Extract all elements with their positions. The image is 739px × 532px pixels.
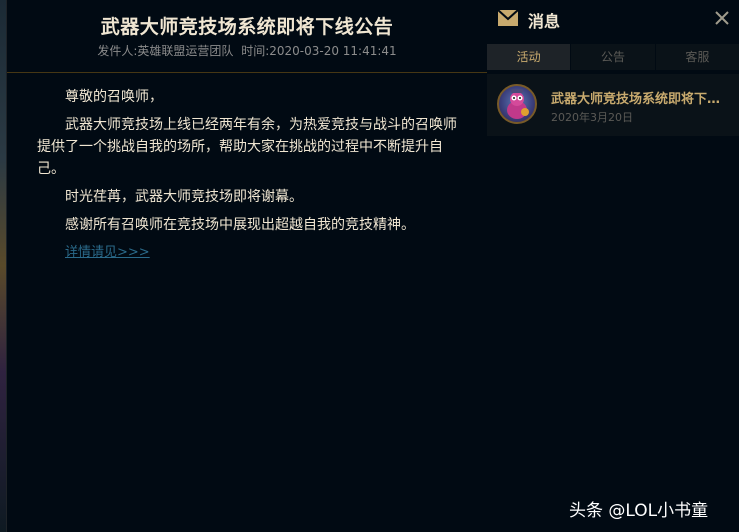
tab-activity[interactable]: 活动 <box>487 44 572 70</box>
avatar <box>497 84 537 124</box>
message-date: 2020年3月20日 <box>551 111 633 124</box>
article-paragraph: 感谢所有召唤师在竞技场中展现出超越自我的竞技精神。 <box>65 217 415 233</box>
detail-link[interactable]: 详情请见>>> <box>65 242 457 264</box>
mail-icon <box>497 9 519 26</box>
article-time: 时间:2020-03-20 11:41:41 <box>241 44 397 58</box>
message-list-item[interactable]: 武器大师竞技场系统即将下线公告 2020年3月20日 <box>487 74 739 136</box>
close-icon[interactable] <box>713 9 731 27</box>
article-paragraph: 武器大师竞技场上线已经两年有余，为热爱竞技与战斗的召唤师提供了一个挑战自我的场所… <box>37 117 457 177</box>
article-paragraph: 尊敬的召唤师， <box>65 89 163 105</box>
article-title: 武器大师竞技场系统即将下线公告 <box>100 16 394 38</box>
message-title: 武器大师竞技场系统即将下线公告 <box>551 92 727 107</box>
panel-tabs: 活动 公告 客服 <box>487 44 739 70</box>
article-body: 尊敬的召唤师， 武器大师竞技场上线已经两年有余，为热爱竞技与战斗的召唤师提供了一… <box>37 86 457 264</box>
avatar-icon <box>507 89 529 119</box>
watermark: 头条 @LOL小书童 <box>569 501 709 521</box>
panel-header: 消息 <box>487 0 739 38</box>
article-paragraph: 时光荏苒，武器大师竞技场即将谢幕。 <box>65 189 303 205</box>
tab-customer-service[interactable]: 客服 <box>656 44 739 70</box>
article-sender: 发件人:英雄联盟运营团队 <box>97 44 234 58</box>
panel-title: 消息 <box>528 12 561 31</box>
tab-announcement[interactable]: 公告 <box>571 44 656 70</box>
article-meta: 发件人:英雄联盟运营团队 时间:2020-03-20 11:41:41 <box>7 42 487 59</box>
messages-panel: 消息 活动 公告 客服 武器大师竞技场系统即将下线公告 2020年3月20日 <box>487 0 739 532</box>
article-header: 武器大师竞技场系统即将下线公告 发件人:英雄联盟运营团队 时间:2020-03-… <box>7 0 487 73</box>
announcement-article: 武器大师竞技场系统即将下线公告 发件人:英雄联盟运营团队 时间:2020-03-… <box>6 0 488 532</box>
